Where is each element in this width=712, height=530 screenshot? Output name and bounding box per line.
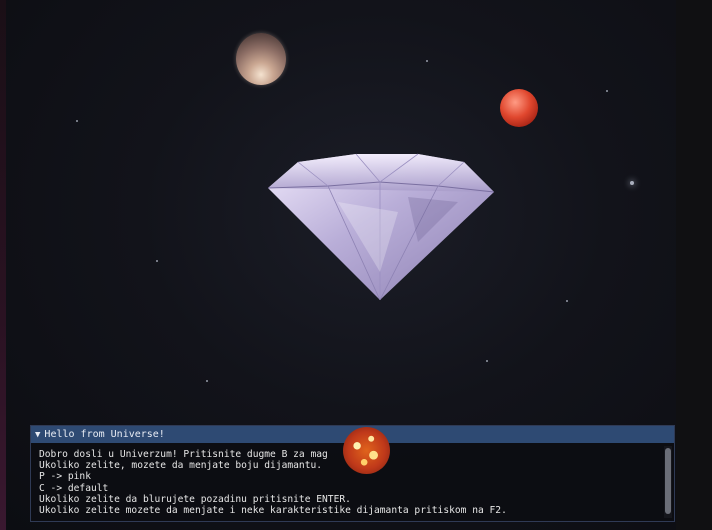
console-line: Ukoliko zelite da blurujete pozadinu pri… [39,493,351,505]
diamond [268,153,494,300]
triangle-down-icon[interactable]: ▼ [35,430,40,440]
star [566,300,568,302]
console-title: Hello from Universe! [44,429,165,440]
star [156,260,158,262]
app-window: ▼ Hello from Universe! Dobro dosli u Univ… [0,0,712,530]
moon-planet [236,33,286,85]
star [486,360,488,362]
scrollbar-thumb[interactable] [665,448,671,514]
star [606,90,608,92]
red-planet [500,89,538,127]
console-line: C -> default [39,482,109,494]
console-line: Ukoliko zelite mozete da menjate i neke … [39,505,507,517]
star [206,380,208,382]
console-line: P -> pink [39,471,91,483]
window-right-strip [676,0,712,530]
star [426,60,428,62]
bright-star [630,181,634,185]
console-scrollbar[interactable] [664,446,672,518]
star [76,120,78,122]
sun-planet [343,427,390,474]
